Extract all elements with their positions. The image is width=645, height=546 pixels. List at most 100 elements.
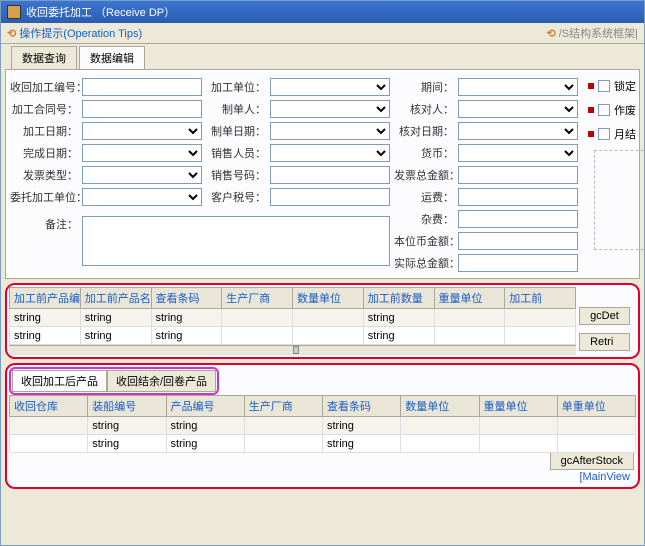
right-toolbar-link[interactable]: ⟲ /S结构系统框架| (546, 25, 638, 41)
table-cell[interactable] (434, 327, 505, 345)
operation-tips-link[interactable]: ⟲ 操作提示(Operation Tips) (7, 25, 142, 41)
table-row[interactable]: stringstringstring (10, 417, 636, 435)
table-cell[interactable] (557, 417, 635, 435)
table-cell[interactable]: string (80, 327, 151, 345)
table-row[interactable]: stringstringstringstring (10, 327, 576, 345)
table-cell[interactable] (10, 417, 88, 435)
tab-query[interactable]: 数据查询 (11, 46, 77, 69)
table-cell[interactable]: string (363, 309, 434, 327)
table-cell[interactable]: string (151, 309, 222, 327)
right-label: /S结构系统框架| (559, 28, 638, 40)
column-header[interactable]: 加工前产品名称 (80, 288, 151, 309)
table-cell[interactable]: string (88, 417, 166, 435)
remark-input[interactable] (82, 216, 390, 266)
table-row[interactable]: stringstringstringstring (10, 309, 576, 327)
cust-tax-input[interactable] (270, 188, 390, 206)
void-check-row[interactable]: 作废 (588, 102, 645, 118)
grid2-panel: 收回加工后产品 收回结余/回卷产品 收回仓库装船编号产品编号生产厂商查看条码数量… (5, 363, 640, 489)
table-cell[interactable]: string (88, 435, 166, 453)
table-cell[interactable] (222, 327, 293, 345)
window-title: 收回委托加工 （Receive DP） (26, 4, 175, 20)
column-header[interactable]: 产品编号 (166, 396, 244, 417)
column-header[interactable]: 查看条码 (151, 288, 222, 309)
month-check-row[interactable]: 月结 (588, 126, 645, 142)
table-cell[interactable]: string (10, 309, 81, 327)
void-checkbox[interactable] (598, 104, 610, 116)
table-cell[interactable] (244, 435, 322, 453)
process-date-select[interactable] (82, 122, 202, 140)
table-cell[interactable] (401, 417, 479, 435)
check-date-select[interactable] (458, 122, 578, 140)
table-cell[interactable]: string (166, 435, 244, 453)
currency-select[interactable] (458, 144, 578, 162)
table-cell[interactable] (401, 435, 479, 453)
invoice-type-select[interactable] (82, 166, 202, 184)
entrust-unit-select[interactable] (82, 188, 202, 206)
table-cell[interactable]: string (323, 417, 401, 435)
contract-no-input[interactable] (82, 100, 202, 118)
lock-checkbox[interactable] (598, 80, 610, 92)
table-cell[interactable] (244, 417, 322, 435)
column-header[interactable]: 数量单位 (293, 288, 364, 309)
sales-no-input[interactable] (270, 166, 390, 184)
column-header[interactable]: 生产厂商 (222, 288, 293, 309)
table-cell[interactable]: string (323, 435, 401, 453)
freight-input[interactable] (458, 188, 578, 206)
table-cell[interactable]: string (151, 327, 222, 345)
finish-date-select[interactable] (82, 144, 202, 162)
subtab-after[interactable]: 收回加工后产品 (12, 370, 107, 392)
local-amt-input[interactable] (458, 232, 578, 250)
table-cell[interactable] (222, 309, 293, 327)
table-cell[interactable] (10, 435, 88, 453)
column-header[interactable]: 查看条码 (323, 396, 401, 417)
sales-select[interactable] (270, 144, 390, 162)
process-unit-select[interactable] (270, 78, 390, 96)
table-row[interactable]: stringstringstring (10, 435, 636, 453)
retrieve-button[interactable]: Retri (579, 333, 630, 351)
lock-check-row[interactable]: 锁定 (588, 78, 645, 94)
table-cell[interactable] (434, 309, 505, 327)
table-cell[interactable] (505, 327, 576, 345)
column-header[interactable]: 单重单位 (557, 396, 635, 417)
table-cell[interactable] (505, 309, 576, 327)
table-cell[interactable] (479, 417, 557, 435)
subtab-remain[interactable]: 收回结余/回卷产品 (107, 370, 216, 392)
recover-no-input[interactable] (82, 78, 202, 96)
column-header[interactable]: 加工前产品编号 (10, 288, 81, 309)
scroll-thumb[interactable] (293, 346, 299, 354)
grid1-table[interactable]: 加工前产品编号加工前产品名称查看条码生产厂商数量单位加工前数量重量单位加工前 s… (9, 287, 576, 345)
maker-select[interactable] (270, 100, 390, 118)
column-header[interactable]: 生产厂商 (244, 396, 322, 417)
gcafterstock-button[interactable]: gcAfterStock (550, 452, 634, 470)
table-cell[interactable] (479, 435, 557, 453)
lbl-actual-total: 实际总金额： (394, 255, 454, 271)
actual-total-input[interactable] (458, 254, 578, 272)
make-date-select[interactable] (270, 122, 390, 140)
checker-select[interactable] (458, 100, 578, 118)
column-header[interactable]: 重量单位 (479, 396, 557, 417)
column-header[interactable]: 数量单位 (401, 396, 479, 417)
inv-total-input[interactable] (458, 166, 578, 184)
table-cell[interactable]: string (166, 417, 244, 435)
subtabs-outline: 收回加工后产品 收回结余/回卷产品 (9, 367, 219, 395)
gcdet-button[interactable]: gcDet (579, 307, 630, 325)
table-cell[interactable]: string (80, 309, 151, 327)
period-select[interactable] (458, 78, 578, 96)
column-header[interactable]: 加工前 (505, 288, 576, 309)
table-cell[interactable] (557, 435, 635, 453)
table-cell[interactable]: string (363, 327, 434, 345)
lbl-remark: 备注： (10, 216, 78, 232)
grid1-scrollbar[interactable] (9, 345, 576, 355)
titlebar[interactable]: 收回委托加工 （Receive DP） (1, 1, 644, 23)
column-header[interactable]: 收回仓库 (10, 396, 88, 417)
misc-input[interactable] (458, 210, 578, 228)
table-cell[interactable] (293, 327, 364, 345)
table-cell[interactable] (293, 309, 364, 327)
column-header[interactable]: 重量单位 (434, 288, 505, 309)
grid2-table[interactable]: 收回仓库装船编号产品编号生产厂商查看条码数量单位重量单位单重单位 strings… (9, 395, 636, 453)
column-header[interactable]: 加工前数量 (363, 288, 434, 309)
tab-edit[interactable]: 数据编辑 (79, 46, 145, 70)
month-checkbox[interactable] (598, 128, 610, 140)
column-header[interactable]: 装船编号 (88, 396, 166, 417)
table-cell[interactable]: string (10, 327, 81, 345)
